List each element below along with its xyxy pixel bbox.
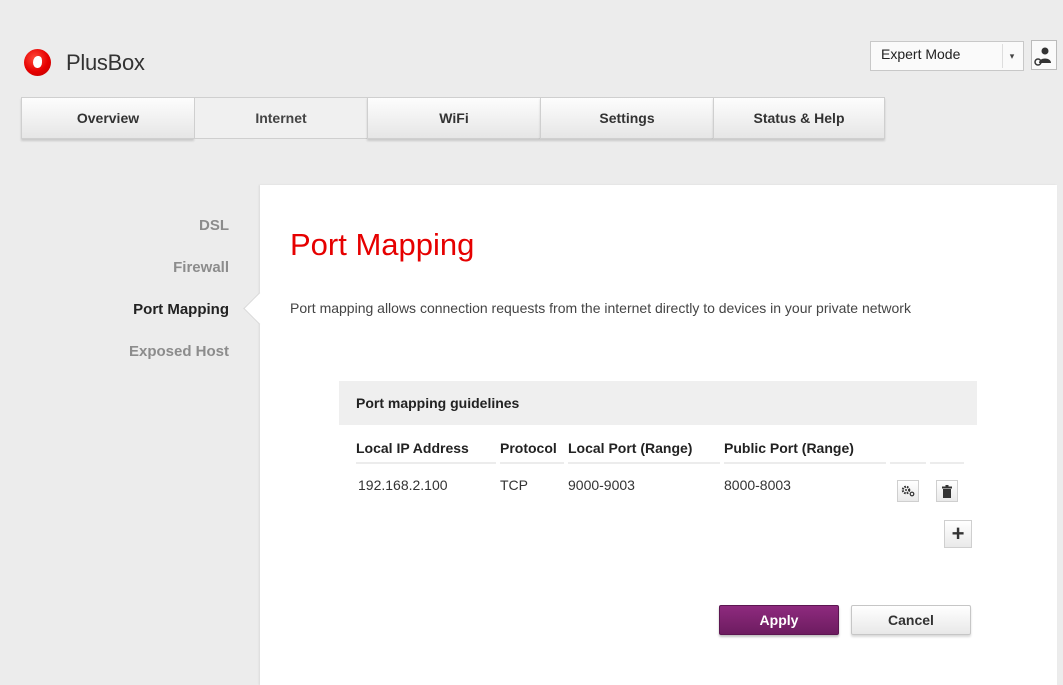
main-tabs: Overview Internet WiFi Settings Status &… (21, 97, 885, 139)
column-local-ip: Local IP Address (356, 436, 496, 464)
column-delete (930, 436, 964, 464)
chevron-down-icon: ▾ (1002, 44, 1021, 68)
column-edit (890, 436, 926, 464)
mode-select[interactable]: Expert Mode ▾ (870, 41, 1024, 71)
table-row: 192.168.2.100 TCP 9000-9003 8000-8003 (356, 464, 964, 502)
column-local-port: Local Port (Range) (568, 436, 720, 464)
subnav-item-port-mapping[interactable]: Port Mapping (129, 301, 229, 319)
delete-rule-button[interactable] (936, 480, 958, 502)
user-button[interactable] (1031, 40, 1057, 70)
active-item-pointer (243, 292, 276, 325)
cell-protocol: TCP (500, 477, 528, 493)
tab-wifi[interactable]: WiFi (367, 97, 540, 139)
brand-logo: PlusBox (24, 49, 145, 76)
column-public-port: Public Port (Range) (724, 436, 886, 464)
tab-internet[interactable]: Internet (194, 97, 367, 139)
port-mapping-table: Local IP Address Protocol Local Port (Ra… (352, 436, 968, 502)
apply-button[interactable]: Apply (719, 605, 839, 635)
content-panel: Port Mapping Port mapping allows connect… (243, 185, 1057, 685)
cell-local-port: 9000-9003 (568, 477, 635, 493)
page-title: Port Mapping (290, 227, 475, 262)
user-icon (1034, 47, 1051, 66)
page-description: Port mapping allows connection requests … (290, 300, 911, 316)
vodafone-logo-icon (24, 49, 51, 76)
table-header-row: Local IP Address Protocol Local Port (Ra… (356, 436, 964, 464)
cell-public-port: 8000-8003 (724, 477, 791, 493)
cell-local-ip: 192.168.2.100 (358, 477, 448, 493)
add-rule-button[interactable]: + (944, 520, 972, 548)
tab-status-help[interactable]: Status & Help (713, 97, 885, 139)
trash-icon (942, 484, 952, 498)
subnav-item-exposed-host[interactable]: Exposed Host (129, 343, 229, 361)
plus-icon: + (951, 521, 965, 546)
column-protocol: Protocol (500, 436, 564, 464)
tab-overview[interactable]: Overview (21, 97, 194, 139)
port-mapping-section: Port mapping guidelines Local IP Address… (339, 381, 977, 548)
edit-rule-button[interactable] (897, 480, 919, 502)
subnav-item-dsl[interactable]: DSL (129, 217, 229, 235)
mode-select-value: Expert Mode (881, 46, 961, 62)
sub-navigation: DSL Firewall Port Mapping Exposed Host (129, 217, 229, 385)
cancel-button[interactable]: Cancel (851, 605, 971, 635)
section-title: Port mapping guidelines (339, 381, 977, 425)
tab-settings[interactable]: Settings (540, 97, 713, 139)
settings-gear-icon (901, 485, 915, 497)
subnav-item-firewall[interactable]: Firewall (129, 259, 229, 277)
brand-name: PlusBox (66, 49, 145, 75)
